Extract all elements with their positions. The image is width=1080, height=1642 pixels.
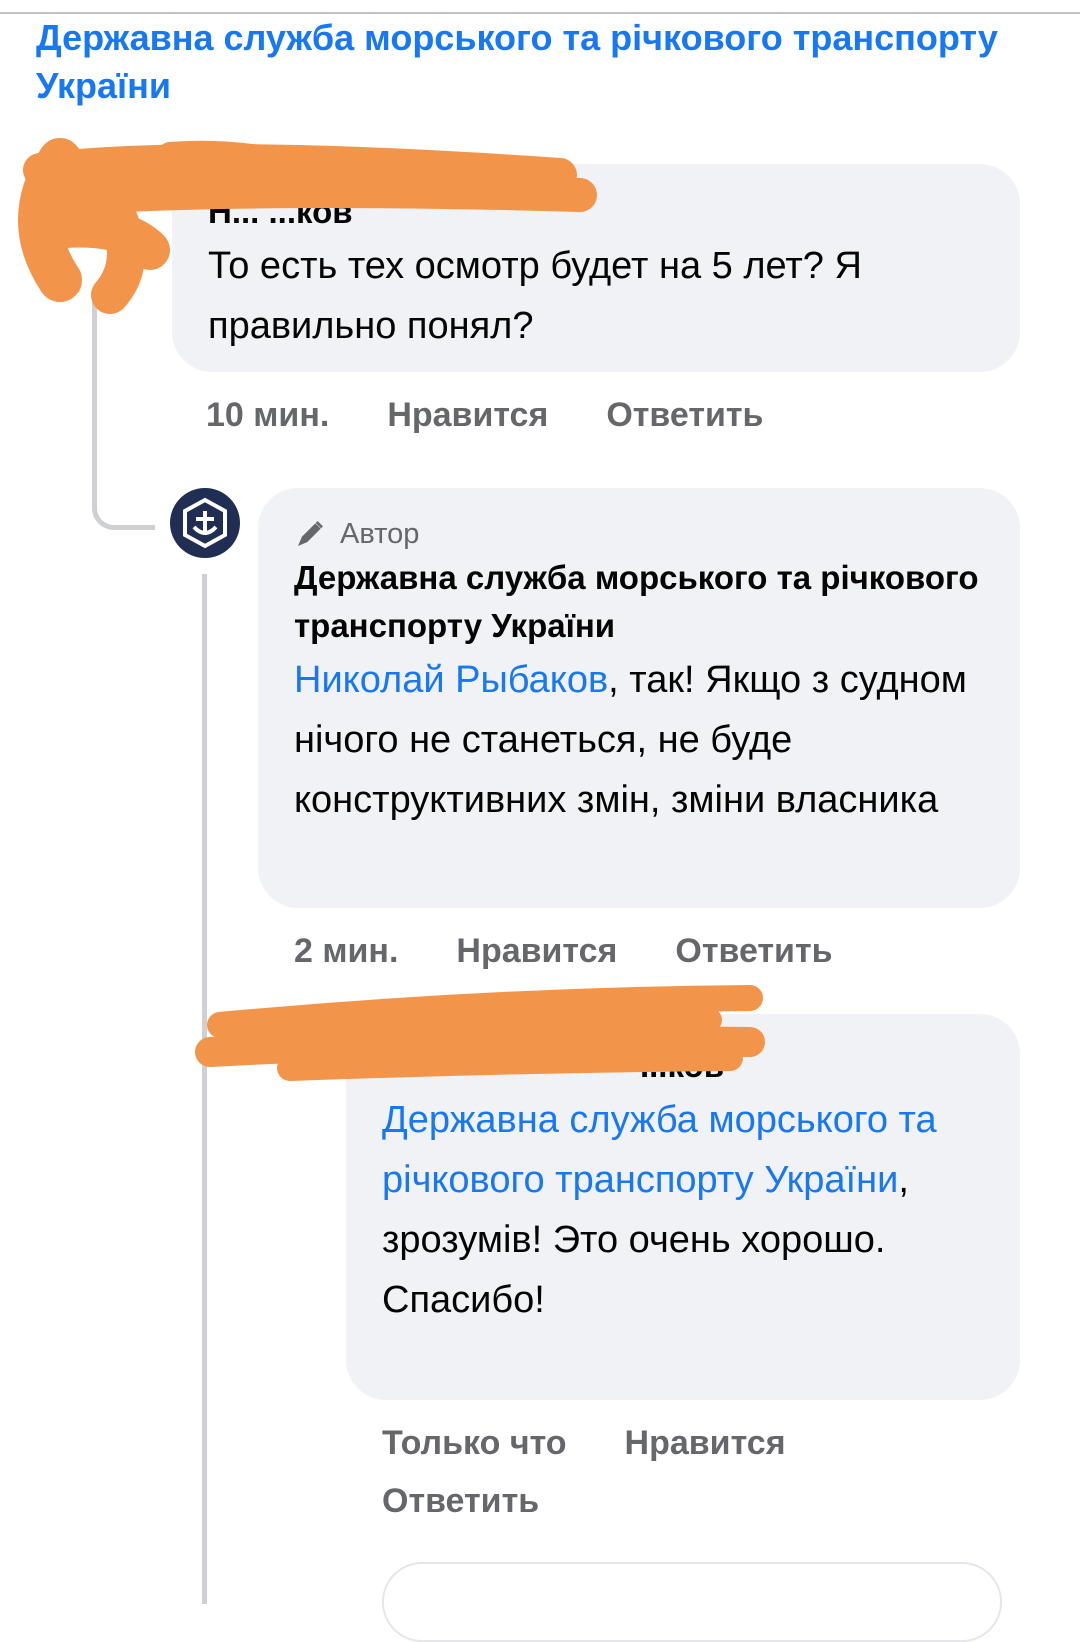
thread-connector bbox=[92, 300, 155, 530]
page-avatar[interactable] bbox=[170, 488, 240, 558]
mention-link[interactable]: Державна служба морського та річкового т… bbox=[382, 1099, 937, 1201]
mention-link[interactable]: Николай Рыбаков bbox=[294, 659, 608, 701]
like-button[interactable]: Нравится bbox=[456, 932, 617, 970]
comment-text: Державна служба морського та річкового т… bbox=[382, 1090, 984, 1330]
comment-body: зрозумів! Это очень хорошо. Спасибо! bbox=[382, 1219, 886, 1321]
comment-actions-1: 10 мин. Нравится Ответить bbox=[206, 386, 821, 444]
comment-text: Николай Рыбаков, так! Якщо з судном нічо… bbox=[294, 650, 984, 830]
like-button[interactable]: Нравится bbox=[387, 396, 548, 434]
comment-actions-2: 2 мин. Нравится Ответить bbox=[294, 922, 891, 980]
author-badge-label: Автор bbox=[340, 518, 420, 550]
comment-time[interactable]: 2 мин. bbox=[294, 932, 398, 970]
reply-button[interactable]: Ответить bbox=[675, 932, 832, 970]
reply-button[interactable]: Ответить bbox=[606, 396, 763, 434]
comment-text: То есть тех осмотр будет на 5 лет? Я пра… bbox=[208, 245, 862, 347]
comment-bubble-2: Автор Державна служба морського та річко… bbox=[258, 488, 1020, 908]
comment-author[interactable]: Н... ...ков bbox=[208, 188, 984, 236]
top-divider bbox=[0, 0, 1080, 14]
comment-time[interactable]: Только что bbox=[382, 1424, 567, 1462]
thread-line bbox=[202, 574, 207, 1604]
comment-punct: , bbox=[898, 1159, 909, 1201]
reply-button[interactable]: Ответить bbox=[382, 1482, 539, 1520]
comment-author[interactable]: ...ков bbox=[382, 1042, 984, 1090]
comment-author[interactable]: Державна служба морського та річкового т… bbox=[294, 554, 984, 650]
comment-bubble-1: Н... ...ков То есть тех осмотр будет на … bbox=[172, 164, 1020, 372]
pencil-icon bbox=[298, 521, 323, 546]
comment-actions-3: Только что Нравится Ответить bbox=[382, 1414, 942, 1530]
comment-bubble-3: ...ков Державна служба морського та річк… bbox=[346, 1014, 1020, 1400]
comment-time[interactable]: 10 мин. bbox=[206, 396, 329, 434]
next-comment-bubble bbox=[382, 1562, 1002, 1642]
page-title[interactable]: Державна служба морського та річкового т… bbox=[36, 14, 1036, 110]
maritime-logo-icon bbox=[183, 497, 227, 549]
author-badge: Автор bbox=[294, 514, 984, 554]
like-button[interactable]: Нравится bbox=[625, 1424, 786, 1462]
